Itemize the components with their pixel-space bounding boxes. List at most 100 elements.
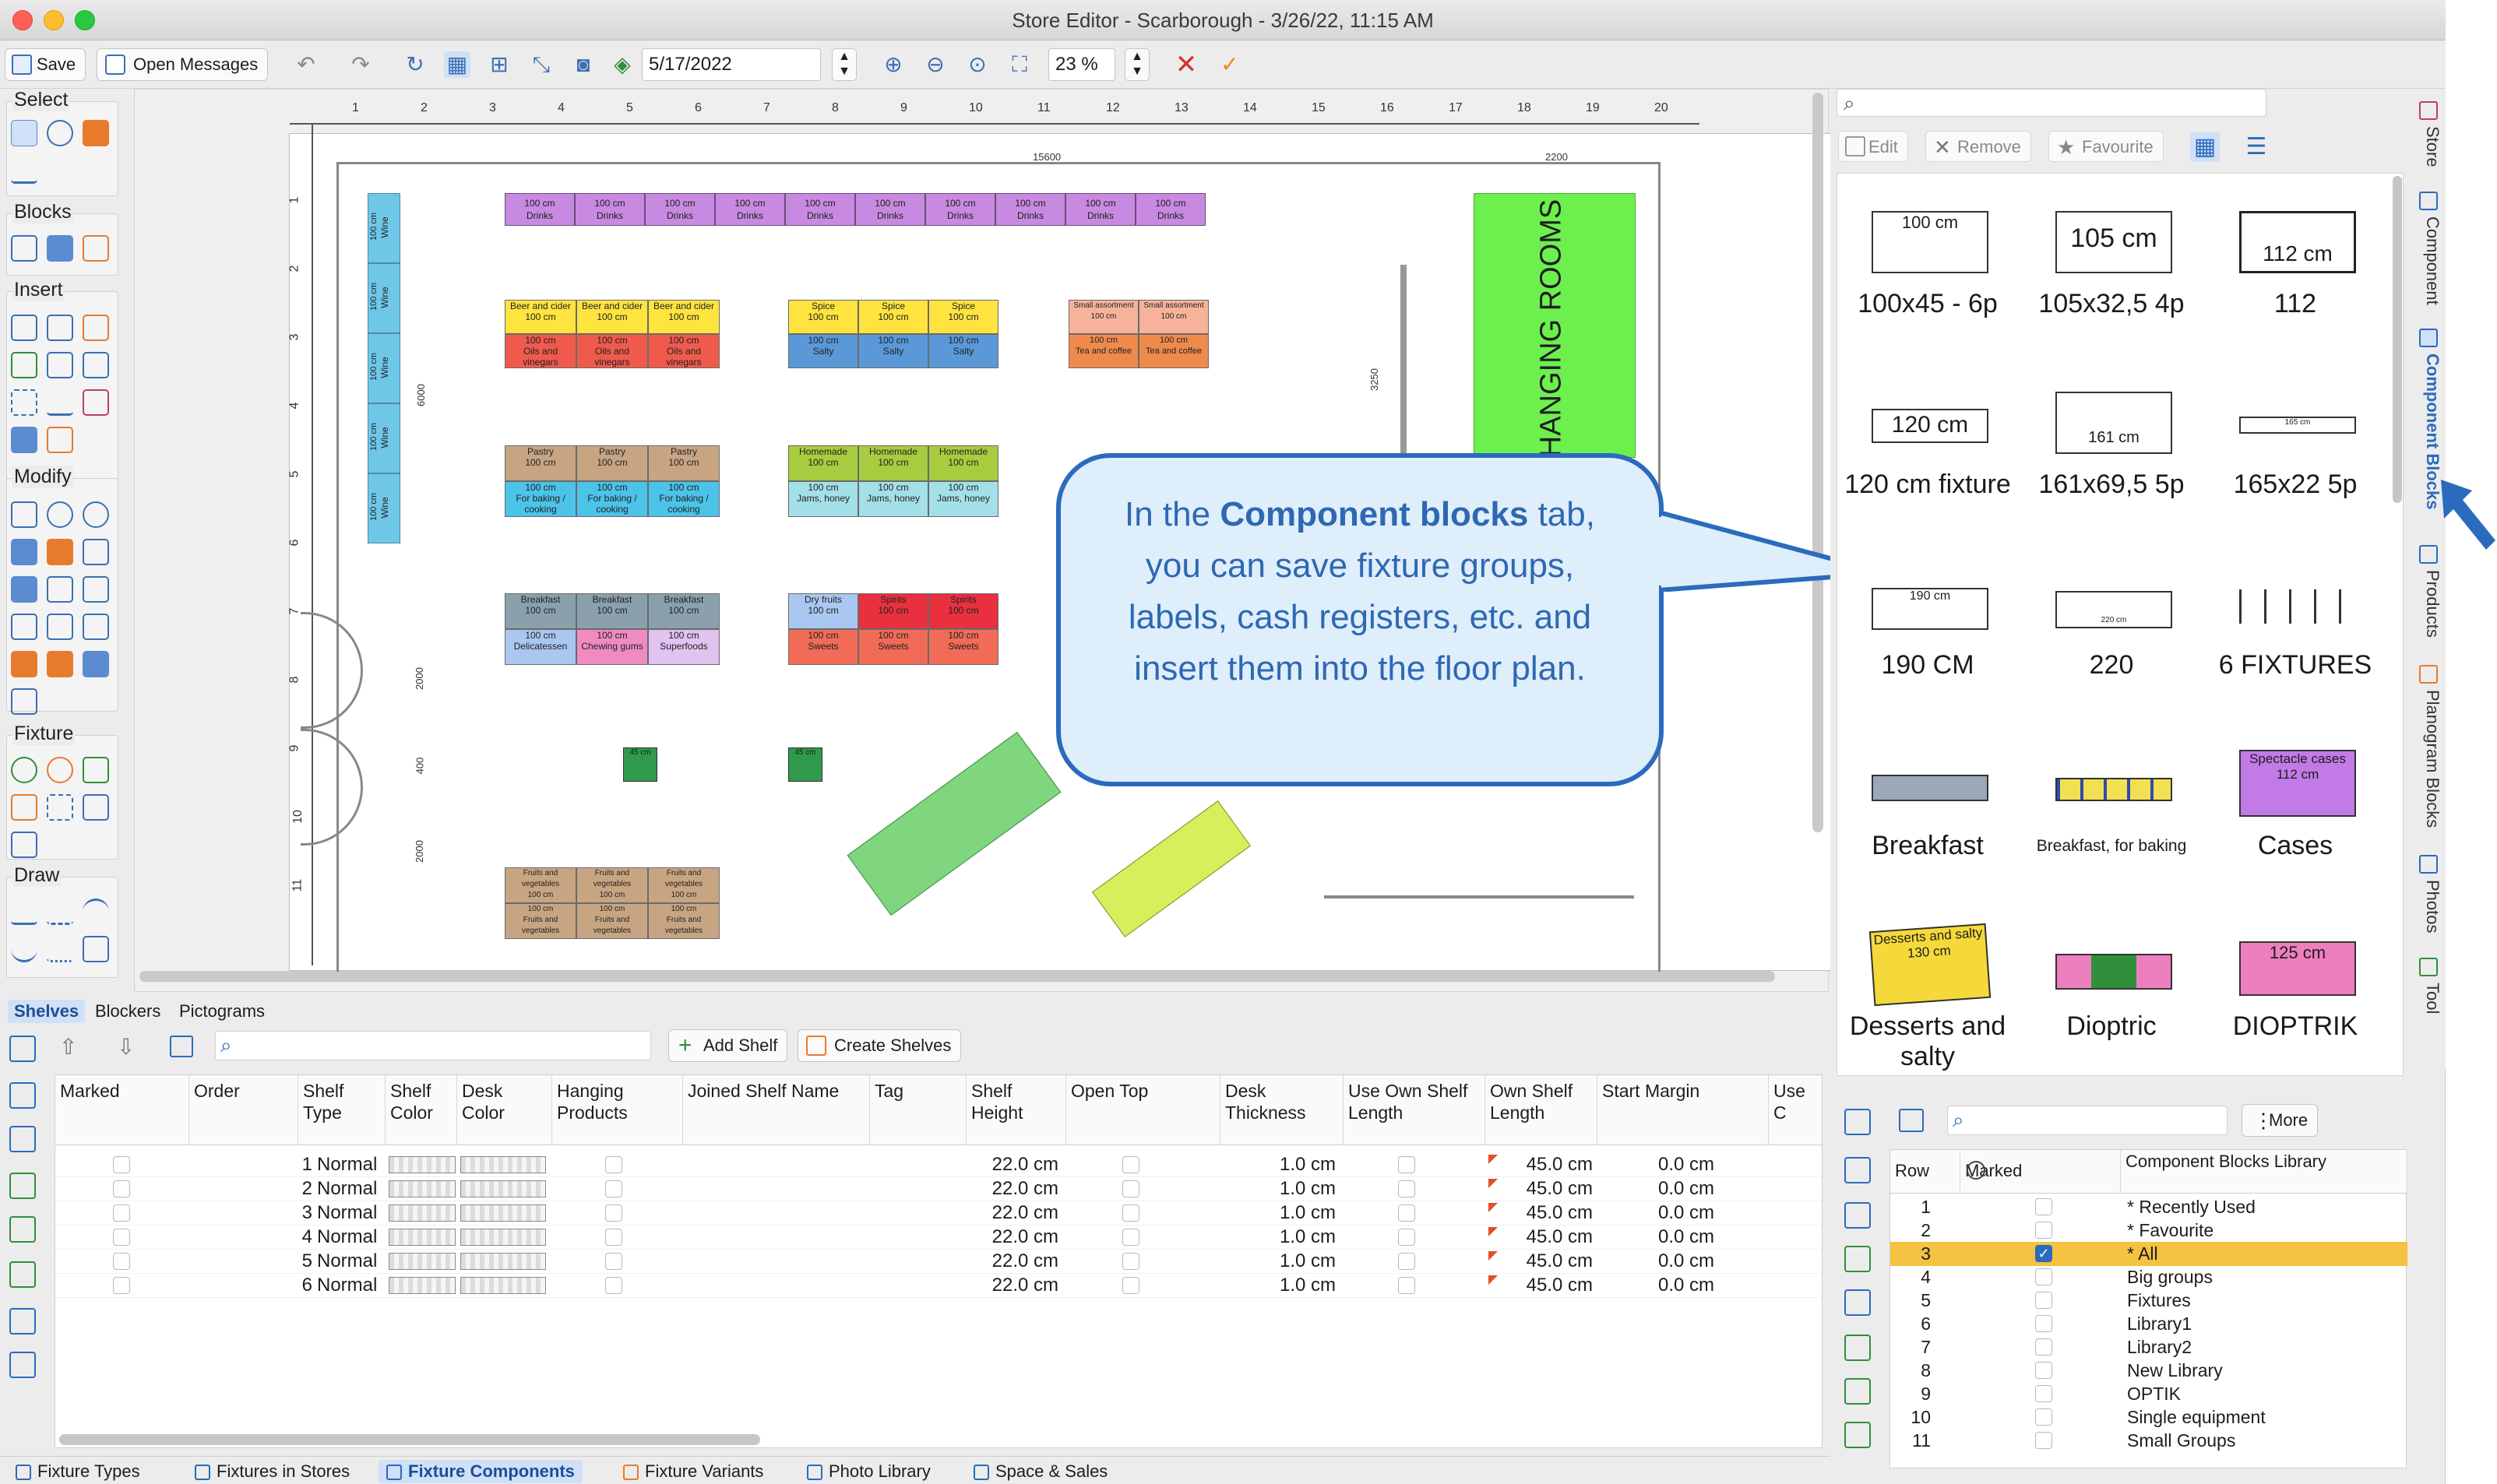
library-row[interactable]: 10 Single equipment bbox=[1890, 1405, 2407, 1429]
use-own-length-checkbox[interactable] bbox=[1398, 1253, 1415, 1270]
column-header[interactable]: Shelf Type bbox=[298, 1075, 386, 1145]
open-top-checkbox[interactable] bbox=[1122, 1204, 1139, 1222]
resize-icon[interactable] bbox=[11, 688, 37, 715]
wine-shelf[interactable]: Wine 100 cm bbox=[368, 403, 400, 473]
component-block-item[interactable]: 220 cm 220 bbox=[2021, 535, 2202, 716]
front-icon[interactable] bbox=[11, 651, 37, 677]
library-row[interactable]: 5 Fixtures bbox=[1890, 1289, 2407, 1313]
move-icon[interactable] bbox=[11, 501, 37, 528]
open-top-checkbox[interactable] bbox=[1122, 1277, 1139, 1294]
column-header[interactable]: Own Shelf Length bbox=[1485, 1075, 1597, 1145]
library-select-icon[interactable] bbox=[1844, 1109, 1871, 1135]
date-field[interactable]: 5/17/2022 bbox=[642, 48, 821, 81]
wine-shelf[interactable]: Wine 100 cm bbox=[368, 193, 400, 263]
tea-fixture[interactable]: Small assortment 100 cm Small assortment 1… bbox=[1069, 300, 1209, 368]
column-header[interactable]: Desk Thickness bbox=[1220, 1075, 1344, 1145]
footer-tab[interactable]: Fixture Components bbox=[379, 1460, 583, 1483]
drinks-shelf[interactable]: 100 cm Drinks bbox=[785, 193, 855, 226]
insert-flask-icon[interactable] bbox=[83, 389, 109, 416]
insert-shelf-icon[interactable] bbox=[83, 315, 109, 341]
component-block-item[interactable]: 165 cm 165x22 5p bbox=[2205, 354, 2386, 535]
drinks-shelf[interactable]: 100 cm Drinks bbox=[645, 193, 715, 226]
open-top-checkbox[interactable] bbox=[1122, 1229, 1139, 1246]
beer-fixture[interactable]: Beer and cider 100 cm Beer and cider 100 c… bbox=[505, 300, 720, 368]
excel-import-icon[interactable] bbox=[9, 1216, 36, 1243]
grid-toggle-icon[interactable]: ▦ bbox=[444, 51, 470, 78]
spice-fixture[interactable]: Spice 100 cm Spice 100 cm Spice 100 cm 100 … bbox=[788, 300, 1000, 368]
camera-icon[interactable]: ◙ bbox=[570, 51, 597, 78]
create-shelves-button[interactable]: Create Shelves bbox=[798, 1029, 962, 1062]
copy-icon[interactable] bbox=[47, 501, 73, 528]
shelf-color-swatch[interactable] bbox=[389, 1229, 456, 1246]
align-center-icon[interactable] bbox=[47, 576, 73, 603]
component-block-item[interactable]: 6 FIXTURES bbox=[2205, 535, 2386, 716]
footer-tab[interactable]: Fixture Variants bbox=[615, 1460, 771, 1483]
marked-checkbox[interactable] bbox=[113, 1229, 130, 1246]
library-pin-icon[interactable] bbox=[1844, 1246, 1871, 1272]
insert-text-icon[interactable] bbox=[11, 352, 37, 378]
footer-tab[interactable]: Fixtures in Stores bbox=[187, 1460, 357, 1483]
draw-arc-icon[interactable] bbox=[83, 898, 109, 925]
shelf-color-swatch[interactable] bbox=[389, 1253, 456, 1270]
column-header[interactable]: Start Margin bbox=[1597, 1075, 1769, 1145]
remove-button[interactable]: ✕ Remove bbox=[1925, 131, 2031, 162]
footer-tab[interactable]: Fixture Types bbox=[8, 1460, 148, 1483]
close-x-icon[interactable]: ✕ bbox=[1173, 51, 1199, 78]
marked-checkbox[interactable] bbox=[113, 1277, 130, 1294]
library-help-icon[interactable] bbox=[1844, 1202, 1871, 1229]
fixture-list-icon[interactable] bbox=[11, 832, 37, 858]
column-header[interactable]: Joined Shelf Name bbox=[683, 1075, 870, 1145]
draw-rect-icon[interactable] bbox=[83, 936, 109, 962]
library-row-checkbox[interactable] bbox=[2035, 1315, 2052, 1332]
footer-tab[interactable]: Space & Sales bbox=[966, 1460, 1115, 1483]
fixture-edit-icon[interactable] bbox=[83, 757, 109, 783]
fixture-link-icon[interactable] bbox=[47, 757, 73, 783]
shelf-color-swatch[interactable] bbox=[389, 1204, 456, 1222]
select-path-icon[interactable] bbox=[11, 157, 37, 184]
shelves-search-input[interactable]: ⌕ bbox=[215, 1031, 651, 1060]
hanging-products-checkbox[interactable] bbox=[605, 1229, 622, 1246]
column-header[interactable]: Shelf Height bbox=[967, 1075, 1066, 1145]
library-row[interactable]: 7 Library2 bbox=[1890, 1335, 2407, 1359]
homemade-fixture[interactable]: Homemade 100 cm Homemade 100 cm Homemade 10… bbox=[788, 445, 1000, 517]
open-top-checkbox[interactable] bbox=[1122, 1156, 1139, 1173]
desk-color-swatch[interactable] bbox=[460, 1156, 546, 1173]
wine-column[interactable]: Wine 100 cm Wine 100 cm Wine 100 cm Wine 100 cm… bbox=[368, 193, 400, 543]
library-row-checkbox[interactable]: ✓ bbox=[2035, 1245, 2052, 1262]
tab-photos[interactable]: Photos bbox=[2411, 880, 2442, 934]
library-csv-icon[interactable] bbox=[1844, 1422, 1871, 1448]
list-view-icon[interactable]: ☰ bbox=[2242, 132, 2271, 162]
blocks-add-icon[interactable] bbox=[11, 235, 37, 262]
marked-checkbox[interactable] bbox=[113, 1253, 130, 1270]
insert-dotted-icon[interactable] bbox=[11, 389, 37, 416]
column-header[interactable]: Tag bbox=[870, 1075, 967, 1145]
component-grid-scrollbar[interactable] bbox=[2393, 176, 2402, 503]
library-row-checkbox[interactable] bbox=[2035, 1338, 2052, 1356]
drinks-shelf[interactable]: 100 cm Drinks bbox=[505, 193, 575, 226]
marked-checkbox[interactable] bbox=[113, 1204, 130, 1222]
blocks-grid-icon[interactable] bbox=[83, 235, 109, 262]
horizontal-scrollbar[interactable] bbox=[139, 971, 1775, 982]
drinks-shelf[interactable]: 100 cm Drinks bbox=[715, 193, 785, 226]
insert-svg-icon[interactable] bbox=[47, 427, 73, 453]
wine-shelf[interactable]: Wine 100 cm bbox=[368, 473, 400, 543]
arrange-icon[interactable] bbox=[83, 651, 109, 677]
move-down-icon[interactable]: ⇩ bbox=[117, 1034, 135, 1060]
insert-line-icon[interactable] bbox=[47, 389, 73, 416]
add-shelf-button[interactable]: + Add Shelf bbox=[668, 1029, 788, 1062]
component-block-item[interactable]: Desserts and salty 130 cm Desserts and sa… bbox=[1837, 896, 2018, 1075]
breakfast-fixture[interactable]: Breakfast 100 cm Breakfast 100 cm Breakfas… bbox=[505, 593, 720, 665]
library-list-icon[interactable] bbox=[1844, 1289, 1871, 1316]
fruits-fixture[interactable]: Fruits and vegetables 100 cm Fruits and v… bbox=[505, 867, 720, 939]
desk-color-swatch[interactable] bbox=[460, 1229, 546, 1246]
distribute-icon[interactable] bbox=[47, 539, 73, 565]
select-layer-icon[interactable] bbox=[83, 120, 109, 146]
column-header[interactable]: Shelf Color bbox=[386, 1075, 457, 1145]
insert-register-icon[interactable] bbox=[83, 352, 109, 378]
redo-icon[interactable]: ↷ bbox=[347, 51, 374, 78]
drinks-shelf[interactable]: 100 cm Drinks bbox=[1065, 193, 1136, 226]
library-row[interactable]: 3 ✓ * All bbox=[1890, 1242, 2407, 1266]
rotate-icon[interactable] bbox=[83, 501, 109, 528]
csv-icon[interactable] bbox=[9, 1261, 36, 1288]
zoom-in-icon[interactable]: ⊕ bbox=[880, 51, 907, 78]
